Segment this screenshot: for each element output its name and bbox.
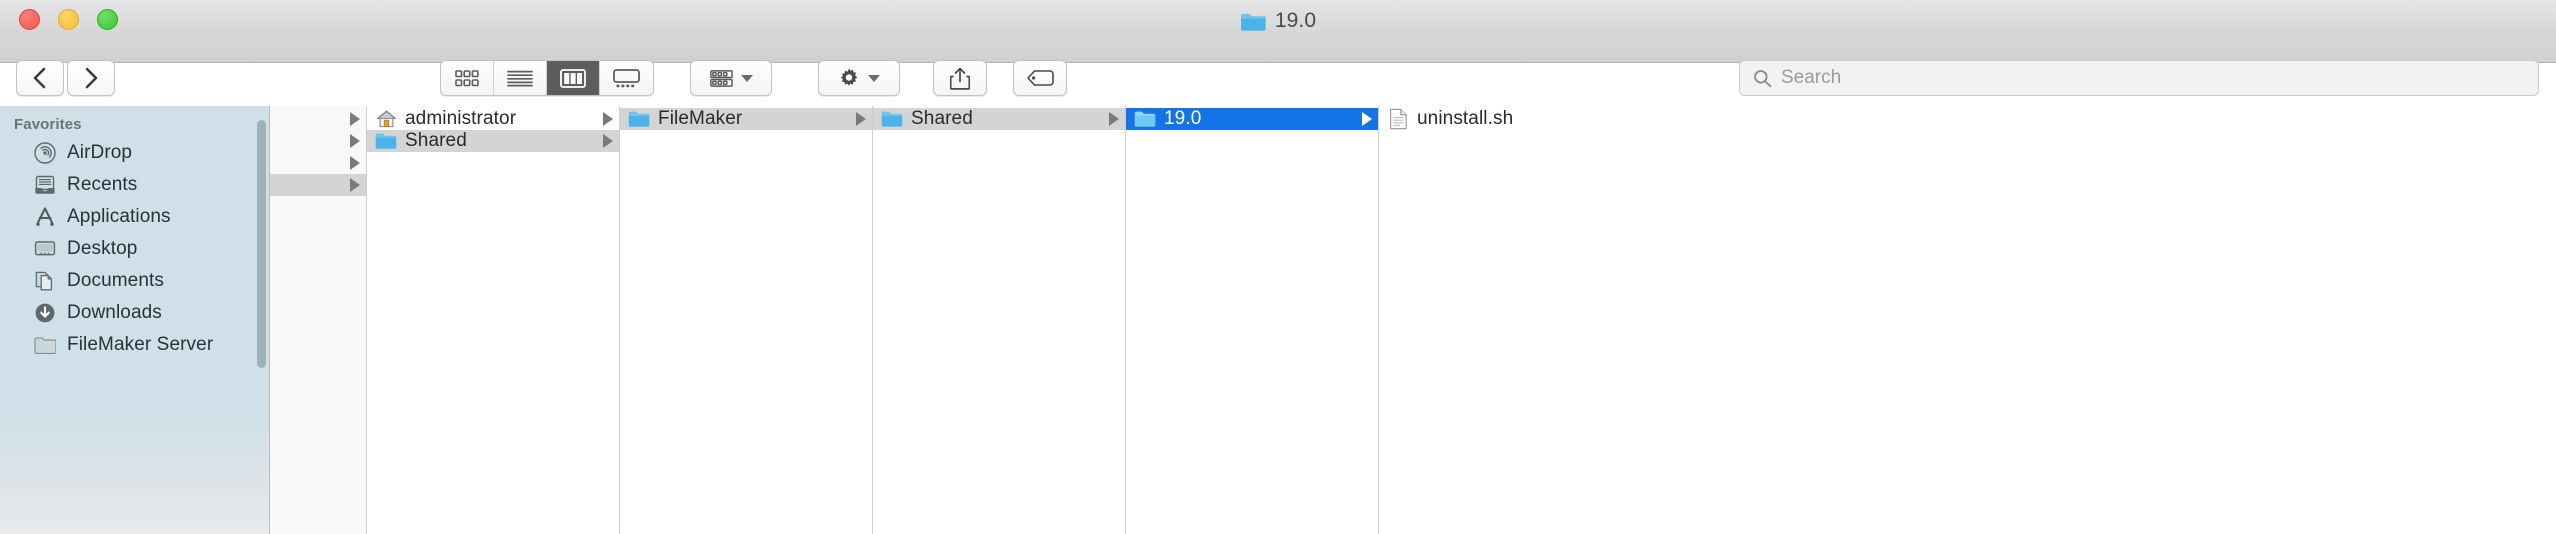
tag-icon (1026, 70, 1054, 86)
column-row-label: 19.0 (1164, 108, 1202, 129)
folder-icon (1240, 11, 1266, 32)
column-view-icon (560, 68, 586, 88)
traffic-light-group (19, 9, 118, 30)
group-by-button[interactable] (690, 60, 772, 96)
column-row-shared[interactable]: Shared (367, 130, 619, 152)
disclosure-triangle-icon (856, 112, 866, 126)
sidebar-item-label: FileMaker Server (67, 334, 214, 355)
sidebar-item-recents[interactable]: Recents (0, 169, 269, 201)
column-2: FileMaker (620, 106, 873, 534)
search-field[interactable]: Search (1739, 60, 2539, 96)
home-icon (375, 108, 397, 130)
chevron-left-icon (32, 67, 48, 89)
navigation-buttons (16, 60, 115, 96)
gallery-view-icon (613, 68, 640, 88)
close-button[interactable] (19, 9, 40, 30)
sidebar-item-label: AirDrop (67, 142, 133, 163)
applications-icon (34, 206, 56, 228)
share-icon (950, 67, 970, 90)
search-input[interactable]: Search (1781, 67, 1841, 89)
column-4: 19.0 (1126, 106, 1379, 534)
icon-grid-icon (455, 69, 479, 87)
sidebar-scrollbar[interactable] (257, 120, 266, 368)
sidebar-item-desktop[interactable]: Desktop (0, 233, 269, 265)
column-row-uninstall-sh[interactable]: uninstall.sh (1379, 108, 1632, 130)
sidebar-item-label: Recents (67, 174, 138, 195)
sidebar-item-label: Desktop (67, 238, 138, 259)
column-row-filemaker[interactable]: FileMaker (620, 108, 872, 130)
folder-icon (628, 108, 650, 130)
sidebar-section-favorites: Favorites (14, 116, 82, 133)
column-row-label: administrator (405, 108, 517, 129)
column-row-shared[interactable]: Shared (873, 108, 1125, 130)
sidebar-item-airdrop[interactable]: AirDrop (0, 137, 269, 169)
chevron-down-icon (740, 74, 753, 82)
disclosure-triangle-icon (350, 134, 360, 148)
sidebar-item-filemaker-server[interactable]: FileMaker Server (0, 329, 269, 361)
airdrop-icon (34, 142, 56, 164)
column-3: Shared (873, 106, 1126, 534)
column-row-19-0[interactable]: 19.0 (1126, 108, 1378, 130)
list-view-button[interactable] (494, 61, 547, 95)
icon-view-button[interactable] (441, 61, 494, 95)
sidebar-item-downloads[interactable]: Downloads (0, 297, 269, 329)
disclosure-triangle-icon (1109, 112, 1119, 126)
column-row[interactable] (270, 108, 366, 130)
column-view-button[interactable] (547, 61, 600, 95)
maximize-button[interactable] (97, 9, 118, 30)
sidebar-item-label: Documents (67, 270, 164, 291)
content-area: Favorites AirDrop Recents Applications D… (0, 106, 2556, 534)
downloads-icon (34, 302, 56, 324)
disclosure-triangle-icon (350, 178, 360, 192)
sidebar-item-label: Applications (67, 206, 171, 227)
forward-button[interactable] (67, 60, 115, 96)
chevron-down-icon (868, 74, 880, 82)
action-menu-button[interactable] (818, 60, 900, 96)
column-row-label: FileMaker (658, 108, 743, 129)
disclosure-triangle-icon (350, 156, 360, 170)
sidebar-item-applications[interactable]: Applications (0, 201, 269, 233)
share-button[interactable] (933, 60, 987, 96)
window-title-group: 19.0 (0, 6, 2556, 36)
disclosure-triangle-icon (1362, 112, 1372, 126)
tag-button[interactable] (1013, 60, 1067, 96)
finder-window: 19.0 Search Favorites AirDrop Recents Ap… (0, 0, 2556, 534)
folder-icon (34, 334, 56, 356)
chevron-right-icon (83, 67, 99, 89)
column-0 (270, 106, 367, 534)
column-row[interactable] (270, 174, 366, 196)
disclosure-triangle-icon (350, 112, 360, 126)
documents-icon (34, 270, 56, 292)
column-row-label: uninstall.sh (1417, 108, 1514, 129)
view-mode-segmented-control (440, 60, 654, 96)
group-by-icon (709, 69, 733, 87)
recents-icon (34, 174, 56, 196)
window-title: 19.0 (1274, 9, 1317, 32)
minimize-button[interactable] (58, 9, 79, 30)
gallery-view-button[interactable] (600, 61, 653, 95)
list-lines-icon (507, 70, 533, 87)
disclosure-triangle-icon (603, 112, 613, 126)
column-row[interactable] (270, 130, 366, 152)
title-bar: 19.0 (0, 0, 2556, 63)
disclosure-triangle-icon (603, 134, 613, 148)
folder-icon (1134, 108, 1156, 130)
column-browser: administrator Shared FileMaker Shared 19… (270, 106, 2556, 534)
sidebar-item-documents[interactable]: Documents (0, 265, 269, 297)
desktop-icon (34, 238, 56, 260)
column-5: uninstall.sh (1379, 106, 1632, 534)
column-row-label: Shared (405, 130, 467, 151)
gear-icon (838, 67, 860, 89)
folder-icon (881, 108, 903, 130)
column-row[interactable] (270, 152, 366, 174)
folder-icon (375, 130, 397, 152)
sidebar: Favorites AirDrop Recents Applications D… (0, 106, 270, 534)
search-icon (1753, 69, 1772, 88)
column-1: administrator Shared (367, 106, 620, 534)
back-button[interactable] (16, 60, 64, 96)
sidebar-item-label: Downloads (67, 302, 162, 323)
column-row-label: Shared (911, 108, 973, 129)
document-icon (1387, 108, 1409, 130)
column-row-administrator[interactable]: administrator (367, 108, 619, 130)
